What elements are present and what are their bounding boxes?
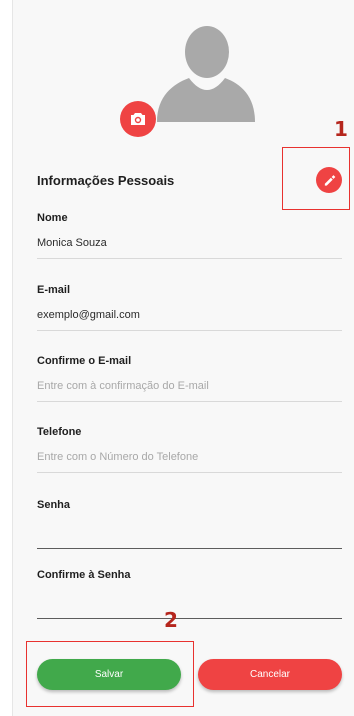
senha-label: Senha xyxy=(37,499,71,511)
field-telefone: Telefone xyxy=(37,426,342,473)
annotation-number-2: 2 xyxy=(164,608,178,632)
telefone-underline xyxy=(37,472,342,473)
field-nome: Nome xyxy=(37,212,342,259)
field-confirm-email: Confirme o E-mail xyxy=(37,355,342,402)
change-photo-button[interactable] xyxy=(120,101,156,137)
field-senha: Senha xyxy=(37,499,342,549)
telefone-input[interactable] xyxy=(37,449,342,465)
annotation-box-edit xyxy=(282,147,350,210)
email-input[interactable] xyxy=(37,307,342,323)
senha-underline xyxy=(37,548,342,549)
confirm-senha-label: Confirme à Senha xyxy=(37,569,131,581)
confirm-email-label: Confirme o E-mail xyxy=(37,355,132,367)
camera-icon xyxy=(131,113,145,125)
cancel-button[interactable]: Cancelar xyxy=(198,659,342,690)
confirm-email-input[interactable] xyxy=(37,378,342,394)
save-button[interactable]: Salvar xyxy=(37,659,181,690)
field-confirm-senha: Confirme à Senha xyxy=(37,569,342,619)
annotation-number-1: 1 xyxy=(334,117,348,141)
section-title: Informações Pessoais xyxy=(37,173,175,188)
avatar-placeholder-icon xyxy=(157,26,255,122)
senha-input[interactable] xyxy=(37,525,342,541)
nome-input[interactable] xyxy=(37,235,342,251)
telefone-label: Telefone xyxy=(37,426,82,438)
nome-underline xyxy=(37,258,342,259)
field-email: E-mail xyxy=(37,284,342,331)
email-underline xyxy=(37,330,342,331)
confirm-email-underline xyxy=(37,401,342,402)
confirm-senha-input[interactable] xyxy=(37,595,342,611)
email-label: E-mail xyxy=(37,284,71,296)
nome-label: Nome xyxy=(37,212,68,224)
confirm-senha-underline xyxy=(37,618,342,619)
